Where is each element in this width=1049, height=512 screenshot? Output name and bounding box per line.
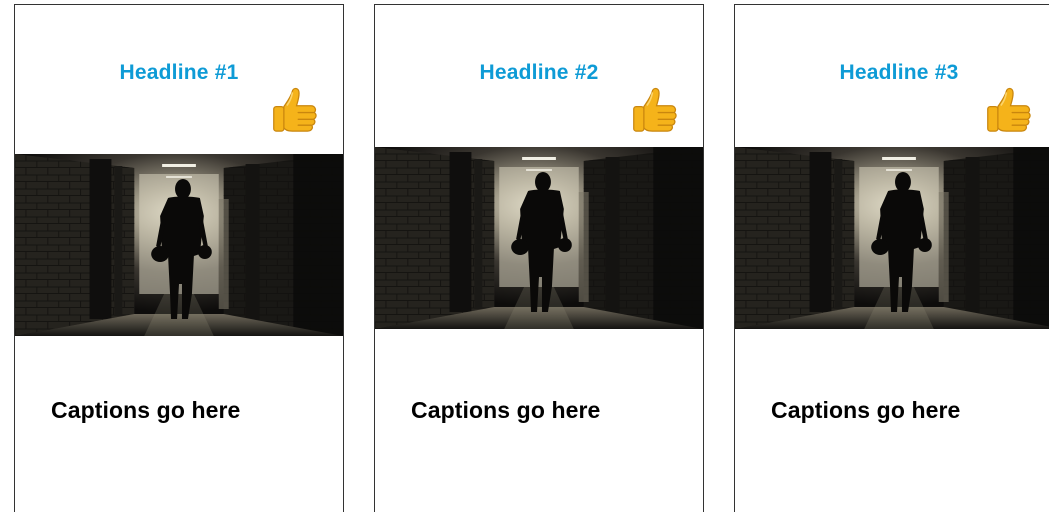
story-card-1[interactable]: Headline #1 Captions go here	[14, 4, 344, 512]
hallway-silhouette-player-photo	[735, 147, 1049, 329]
card-caption: Captions go here	[51, 397, 241, 423]
card-headline[interactable]: Headline #3	[735, 61, 1049, 85]
thumbs-up-icon[interactable]	[981, 83, 1035, 137]
card-caption: Captions go here	[411, 397, 601, 423]
card-caption: Captions go here	[771, 397, 961, 423]
card-headline[interactable]: Headline #1	[15, 61, 343, 85]
hallway-silhouette-player-photo	[375, 147, 703, 329]
card-headline[interactable]: Headline #2	[375, 61, 703, 85]
thumbs-up-icon[interactable]	[267, 83, 321, 137]
hallway-silhouette-player-photo	[15, 154, 343, 336]
story-card-3[interactable]: Headline #3 Captions go here	[734, 4, 1049, 512]
gallery: Headline #1 Captions go here Headline #2…	[0, 0, 1049, 512]
story-card-2[interactable]: Headline #2 Captions go here	[374, 4, 704, 512]
thumbs-up-icon[interactable]	[627, 83, 681, 137]
